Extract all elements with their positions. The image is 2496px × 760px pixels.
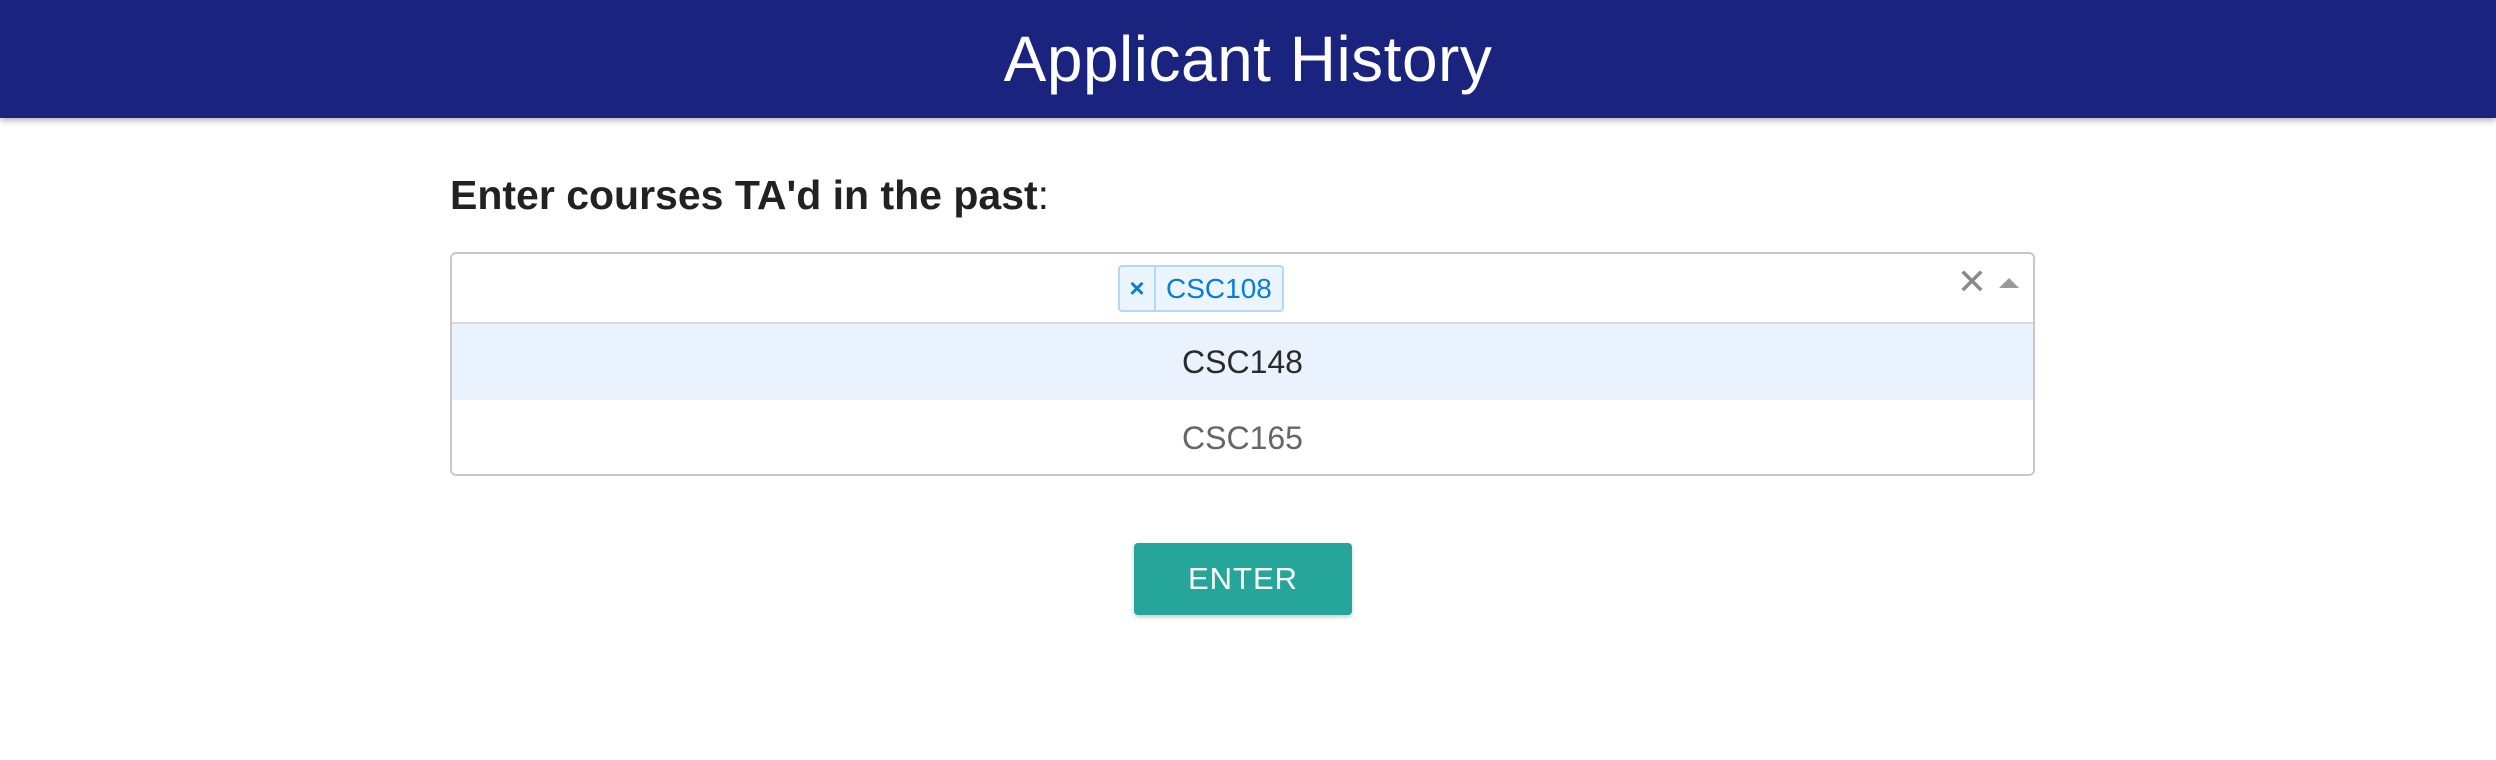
courses-multi-select[interactable]: × CSC108 ✕ CSC148 CSC165 <box>450 252 2035 476</box>
course-option[interactable]: CSC165 <box>452 400 2033 474</box>
selected-course-label: CSC108 <box>1166 272 1272 304</box>
courses-prompt-colon: : <box>1037 172 1050 218</box>
courses-prompt-text: Enter courses TA'd in the past <box>450 172 1038 218</box>
clear-all-icon[interactable]: ✕ <box>1955 262 1989 302</box>
course-option[interactable]: CSC148 <box>452 324 2033 400</box>
enter-button[interactable]: ENTER <box>1134 543 1352 615</box>
page-title: Applicant History <box>1003 23 1493 95</box>
select-control[interactable]: × CSC108 ✕ <box>452 254 2033 324</box>
selected-course-chip: × CSC108 <box>1118 265 1284 312</box>
remove-chip-icon[interactable]: × <box>1120 267 1156 310</box>
app-header: Applicant History <box>0 0 2496 118</box>
caret-up-icon[interactable] <box>1994 271 2024 295</box>
courses-prompt-label: Enter courses TA'd in the past: <box>450 172 1049 219</box>
